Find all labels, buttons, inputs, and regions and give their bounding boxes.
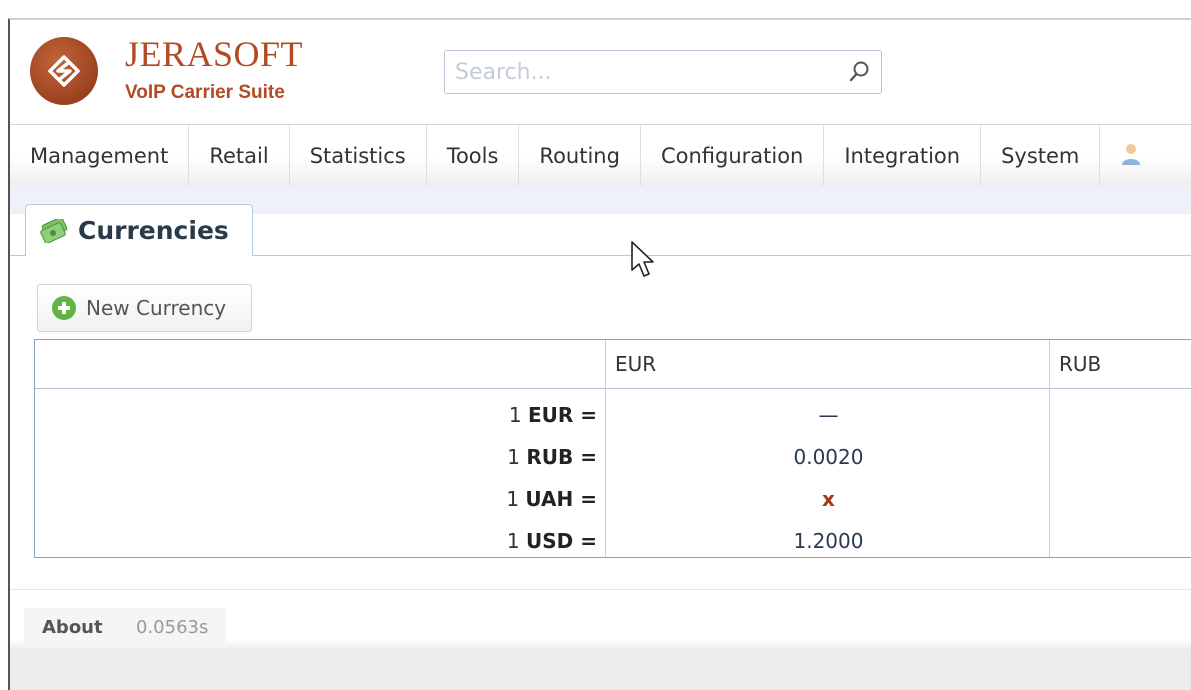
column-header-rub: RUB	[1059, 352, 1102, 376]
row-label: 1 RUB =	[507, 445, 597, 469]
brand-subtitle: VoIP Carrier Suite	[125, 82, 285, 103]
table-header	[35, 340, 1191, 389]
menu-item-user[interactable]	[1100, 125, 1162, 187]
tab-currencies[interactable]: Currencies	[25, 204, 253, 256]
brand-title: JERASOFT	[125, 34, 304, 74]
row-label: 1 EUR =	[508, 403, 597, 427]
money-icon	[40, 218, 68, 243]
menu-item-configuration[interactable]: Configuration	[641, 125, 825, 187]
menu-item-routing[interactable]: Routing	[519, 125, 641, 187]
rate-cell-usd-eur[interactable]: 1.2000	[606, 520, 1051, 562]
mouse-cursor-icon	[631, 241, 654, 277]
column-header-eur: EUR	[615, 352, 657, 376]
app-window: JERASOFT VoIP Carrier Suite Management R…	[8, 18, 1191, 690]
rate-cell-uah-eur[interactable]: x	[606, 478, 1051, 520]
header: JERASOFT VoIP Carrier Suite	[10, 20, 1191, 124]
main-menu: Management Retail Statistics Tools Routi…	[10, 124, 1191, 187]
menu-item-retail[interactable]: Retail	[189, 125, 290, 187]
menu-item-management[interactable]: Management	[10, 125, 190, 187]
page-time: 0.0563s	[118, 608, 227, 648]
user-icon	[1120, 141, 1142, 172]
new-currency-label: New Currency	[86, 296, 227, 320]
rate-cell-eur-eur: —	[818, 403, 839, 427]
tab-label: Currencies	[78, 216, 229, 245]
menu-item-statistics[interactable]: Statistics	[290, 125, 427, 187]
row-label: 1 UAH =	[506, 487, 597, 511]
search-box	[444, 50, 882, 94]
menu-item-integration[interactable]: Integration	[824, 125, 982, 187]
menu-item-system[interactable]: System	[981, 125, 1101, 187]
add-icon	[52, 296, 76, 320]
menu-item-tools[interactable]: Tools	[427, 125, 520, 187]
search-input[interactable]	[453, 51, 837, 93]
about-link[interactable]: About	[24, 608, 122, 648]
new-currency-button[interactable]: New Currency	[37, 284, 252, 332]
row-label: 1 USD =	[506, 529, 597, 553]
footer-divider	[10, 589, 1191, 590]
currency-rates-table: EUR RUB 1 EUR = — 1 RUB = 0.0020 1 UAH =…	[34, 339, 1191, 558]
jerasoft-logo-icon[interactable]	[30, 37, 98, 105]
rate-cell-rub-eur[interactable]: 0.0020	[606, 436, 1051, 478]
search-icon[interactable]	[849, 60, 871, 88]
